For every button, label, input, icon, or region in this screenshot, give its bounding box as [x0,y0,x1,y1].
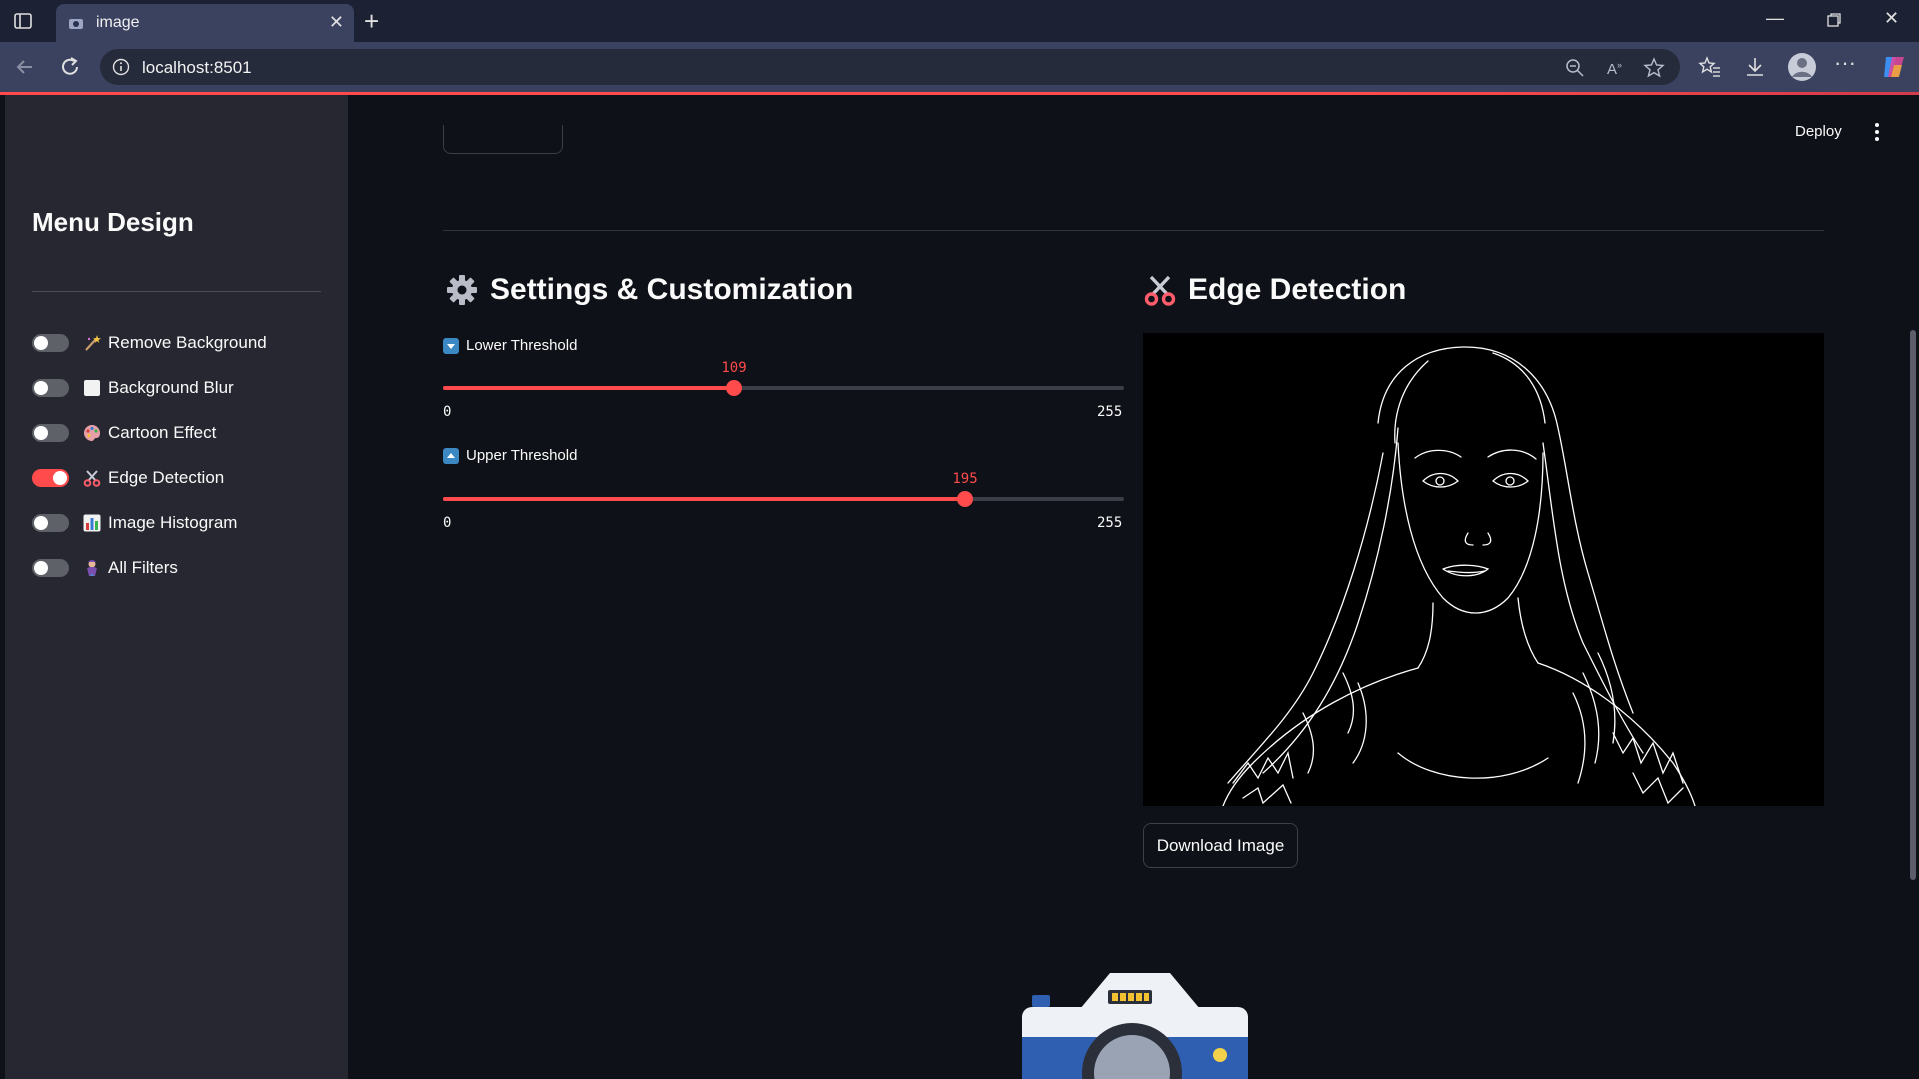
url-text[interactable]: localhost:8501 [142,58,252,78]
toggle-label: Background Blur [108,378,234,397]
read-aloud-icon[interactable]: A » [1605,57,1627,79]
genie-icon [82,558,102,578]
tab-actions-icon[interactable] [12,10,34,32]
minimize-icon[interactable]: — [1766,8,1784,29]
edge-detected-portrait-image [1143,333,1824,806]
slider-thumb[interactable] [957,491,973,507]
browser-toolbar: localhost:8501 A » ··· [0,42,1919,92]
zoom-icon[interactable] [1564,57,1586,79]
new-tab-icon[interactable]: + [364,6,379,37]
browser-tab-bar: image ✕ + — ✕ [0,0,1919,42]
browser-tab[interactable]: image ✕ [56,4,354,42]
slider-label-text: Lower Threshold [466,337,578,354]
sidebar-title: Menu Design [32,207,194,237]
magic-wand-icon [82,333,102,353]
edge-detection-title: Edge Detection [1188,273,1407,306]
camera-illustration-icon [1022,973,1248,1079]
toggle-switch[interactable] [32,379,69,397]
restore-icon[interactable] [1826,12,1842,28]
slider-max-label: 255 [1097,404,1123,420]
sidebar-divider [32,291,321,292]
lower-threshold-label: Lower Threshold [443,337,577,354]
toggle-remove-background[interactable]: Remove Background [32,328,332,358]
bar-chart-icon [82,513,102,533]
toggle-background-blur[interactable]: Background Blur [32,373,332,403]
edge-detection-heading: Edge Detection [1143,273,1406,307]
refresh-icon[interactable] [57,54,83,80]
toggle-label: All Filters [108,558,178,577]
slider-fill [443,497,965,501]
toggle-edge-detection[interactable]: Edge Detection [32,463,332,493]
copilot-icon[interactable] [1880,53,1908,81]
close-window-icon[interactable]: ✕ [1884,8,1899,29]
slider-max-label: 255 [1097,515,1123,531]
favorite-star-icon[interactable] [1643,57,1665,79]
lower-threshold-value: 109 [721,360,747,376]
toggle-label: Remove Background [108,333,267,352]
partially-scrolled-button[interactable] [443,125,563,154]
settings-heading: Settings & Customization [445,273,853,307]
slider-label-text: Upper Threshold [466,447,578,464]
svg-text:»: » [1617,60,1622,70]
upper-threshold-slider[interactable] [443,491,1124,507]
slider-min-label: 0 [443,404,452,420]
favorites-icon[interactable] [1698,55,1722,79]
toggle-label: Edge Detection [108,468,225,487]
toggle-switch[interactable] [32,514,69,532]
upper-threshold-value: 195 [952,471,978,487]
toggle-switch[interactable] [32,424,69,442]
slider-fill [443,386,734,390]
section-divider [443,230,1824,231]
toggle-image-histogram[interactable]: Image Histogram [32,508,332,538]
toggle-label: Image Histogram [108,513,238,532]
toggle-label: Cartoon Effect [108,423,217,442]
download-image-button[interactable]: Download Image [1143,823,1298,868]
toggle-switch[interactable] [32,334,69,352]
profile-avatar-icon[interactable] [1787,52,1817,82]
palette-icon [82,423,102,443]
down-arrow-button-icon [443,337,459,354]
svg-text:A: A [1607,61,1617,78]
up-arrow-button-icon [443,447,459,464]
white-square-icon [82,378,102,398]
more-options-icon[interactable]: ··· [1834,50,1858,75]
sidebar: Menu Design Remove Background Background… [5,95,348,1079]
toggle-cartoon-effect[interactable]: Cartoon Effect [32,418,332,448]
slider-min-label: 0 [443,515,452,531]
page-scrollbar[interactable] [1910,330,1916,880]
site-info-icon[interactable] [112,58,130,76]
main-content: Settings & Customization Lower Threshold… [348,95,1919,1079]
streamlit-app: Menu Design Remove Background Background… [5,95,1919,1079]
upper-threshold-label: Upper Threshold [443,447,577,464]
scissors-icon [82,468,102,488]
settings-title: Settings & Customization [490,273,854,306]
close-tab-icon[interactable]: ✕ [329,13,344,31]
lower-threshold-slider[interactable] [443,380,1124,396]
tab-title: image [96,14,140,31]
toggle-switch[interactable] [32,559,69,577]
gear-icon [447,275,477,305]
download-icon[interactable] [1743,55,1767,79]
slider-thumb[interactable] [726,380,742,396]
toggle-switch[interactable] [32,469,69,487]
camera-favicon-icon [69,19,83,29]
back-icon[interactable] [12,54,38,80]
scissors-icon [1144,275,1176,306]
toggle-all-filters[interactable]: All Filters [32,553,332,583]
address-bar[interactable]: localhost:8501 A » [100,49,1680,85]
